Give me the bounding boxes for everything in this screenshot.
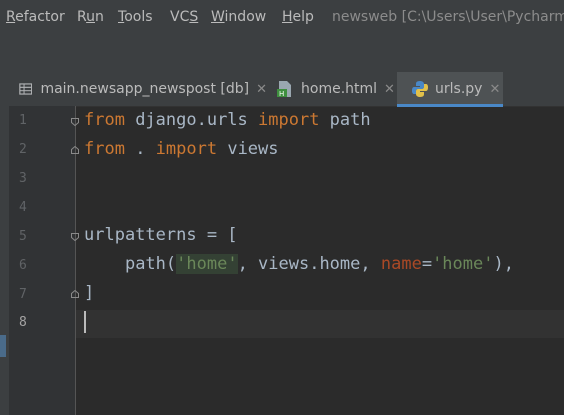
editor-tabs: main.newsapp_newspost [db] ✕ H home.html… [9, 72, 564, 107]
code-line-7: ] [84, 283, 94, 303]
tab-main-newsapp-newspost[interactable]: main.newsapp_newspost [db] ✕ [19, 72, 267, 106]
menu-bar: Refactor Run Tools VCS Window Help newsw… [0, 0, 564, 36]
import-name: views [217, 139, 279, 159]
menu-refactor[interactable]: Refactor [6, 9, 65, 25]
line-number-current: 8 [19, 315, 27, 330]
close-icon[interactable]: ✕ [489, 82, 500, 97]
svg-text:H: H [279, 90, 284, 98]
string-literal: 'home' [432, 254, 494, 274]
module-name: django.urls [124, 110, 259, 130]
database-table-icon [19, 83, 33, 95]
close-icon[interactable]: ✕ [384, 82, 395, 97]
line-number: 1 [19, 113, 27, 128]
menu-window[interactable]: Window [211, 9, 266, 25]
menu-run[interactable]: Run [77, 9, 104, 25]
tab-home-html[interactable]: H home.html ✕ [277, 72, 395, 106]
line-number: 5 [19, 229, 27, 244]
line-number: 3 [19, 171, 27, 186]
code-line-2: from . import views [84, 139, 279, 159]
code-editor[interactable]: from django.urls import path from . impo… [76, 106, 564, 415]
import-name: path [319, 110, 371, 130]
keyword: import [155, 139, 218, 159]
menu-tools[interactable]: Tools [118, 9, 153, 25]
close-icon[interactable]: ✕ [256, 82, 267, 97]
tab-urls-py[interactable]: urls.py ✕ [397, 72, 503, 107]
code-line-5: urlpatterns = [ [84, 225, 238, 245]
code-text: = [421, 254, 433, 274]
code-text: ), [493, 254, 514, 274]
line-number: 7 [19, 287, 27, 302]
current-line-highlight [76, 310, 564, 338]
python-file-icon [412, 81, 428, 97]
window-title: newsweb [C:\Users\User\PycharmPr [332, 9, 564, 25]
line-number: 6 [19, 258, 27, 273]
left-tool-strip [0, 36, 9, 415]
tab-label: urls.py [435, 81, 483, 97]
string-literal: 'home' [176, 254, 238, 274]
keyword: import [258, 110, 320, 130]
module-name: . [124, 139, 156, 159]
function-call: path( [124, 254, 177, 274]
line-number: 2 [19, 142, 27, 157]
code-text: urlpatterns = [ [84, 225, 238, 245]
html-file-icon: H [277, 81, 291, 98]
keyword: from [84, 110, 125, 130]
toolbar-area [0, 36, 564, 72]
code-text: ] [84, 283, 95, 303]
code-line-6: path('home', views.home, name='home'), [84, 254, 514, 274]
code-text: , views.home, [237, 254, 381, 274]
named-argument: name [380, 254, 422, 274]
menu-help[interactable]: Help [282, 9, 314, 25]
menu-vcs[interactable]: VCS [170, 9, 198, 25]
tool-window-marker[interactable] [0, 335, 6, 357]
line-number-gutter: 1 2 3 4 5 6 7 8 [9, 106, 79, 415]
keyword: from [84, 139, 125, 159]
menu-refactor-rest: efactor [15, 9, 65, 25]
tab-label: home.html [301, 81, 378, 97]
code-line-1: from django.urls import path [84, 110, 371, 130]
text-caret [84, 311, 86, 333]
line-number: 4 [19, 200, 27, 215]
tab-label: main.newsapp_newspost [db] [40, 81, 250, 97]
